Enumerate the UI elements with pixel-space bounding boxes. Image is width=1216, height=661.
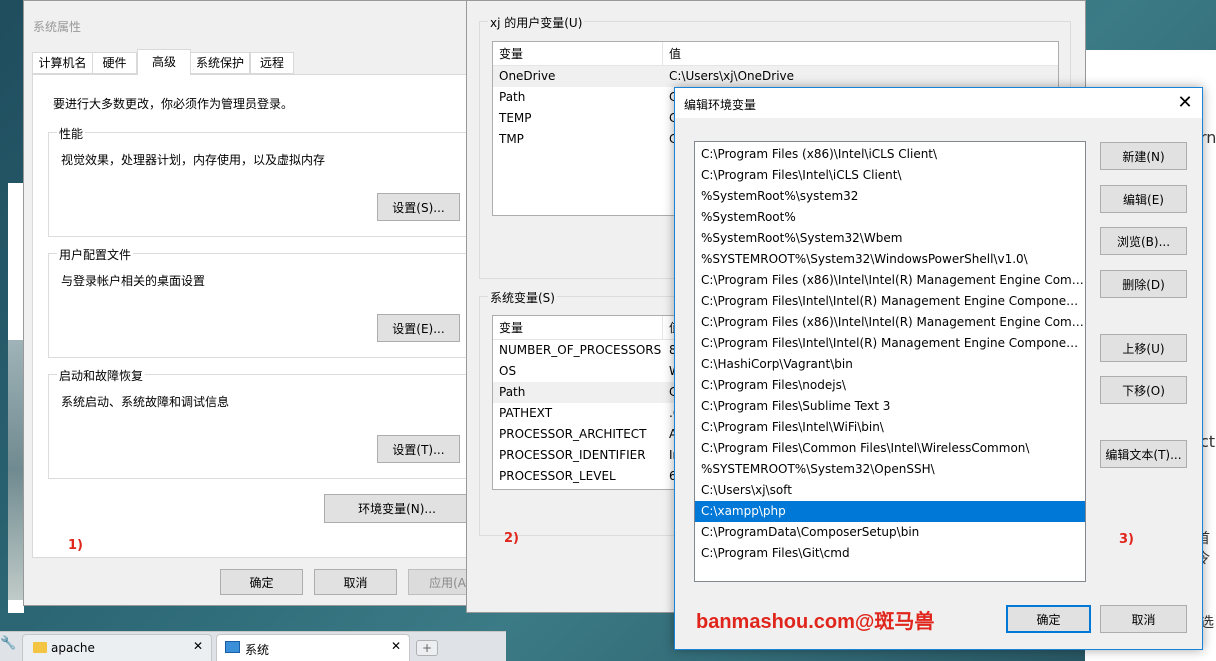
performance-desc: 视觉效果，处理器计划，内存使用，以及虚拟内存 bbox=[61, 153, 326, 167]
variable-name: PROCESSOR_IDENTIFIER bbox=[499, 448, 646, 462]
browser-tab-system[interactable]: 系统 ✕ bbox=[216, 634, 410, 661]
variable-name: OneDrive bbox=[499, 69, 556, 83]
step-marker-1: 1) bbox=[68, 538, 83, 553]
path-list: C:\Program Files (x86)\Intel\iCLS Client… bbox=[694, 141, 1086, 582]
variable-name: OS bbox=[499, 364, 517, 378]
startup-recovery-desc: 系统启动、系统故障和调试信息 bbox=[61, 395, 230, 409]
path-item[interactable]: C:\Program Files\Common Files\Intel\Wire… bbox=[695, 438, 1085, 459]
tab-close-icon[interactable]: ✕ bbox=[391, 639, 401, 653]
path-item[interactable]: C:\Program Files (x86)\Intel\iCLS Client… bbox=[695, 144, 1085, 165]
path-item[interactable]: C:\Program Files\Intel\iCLS Client\ bbox=[695, 165, 1085, 186]
col-variable[interactable]: 变量 bbox=[493, 316, 663, 339]
environment-variables-button[interactable]: 环境变量(N)... bbox=[324, 494, 470, 523]
variable-name: TMP bbox=[499, 132, 524, 146]
background-photo bbox=[8, 340, 24, 600]
tab-computer-name[interactable]: 计算机名 bbox=[32, 52, 93, 74]
col-variable[interactable]: 变量 bbox=[493, 42, 663, 65]
window-title: 系统属性 bbox=[33, 20, 82, 34]
move-down-button[interactable]: 下移(O) bbox=[1100, 376, 1187, 404]
watermark: banmashou.com@斑马兽 bbox=[696, 611, 935, 633]
edit-environment-variable-dialog: 编辑环境变量 ✕ C:\Program Files (x86)\Intel\iC… bbox=[674, 87, 1203, 650]
path-item[interactable]: C:\Program Files\Sublime Text 3 bbox=[695, 396, 1085, 417]
folder-icon bbox=[33, 642, 47, 653]
move-up-button[interactable]: 上移(U) bbox=[1100, 334, 1187, 362]
path-item[interactable]: %SystemRoot%\System32\Wbem bbox=[695, 228, 1085, 249]
performance-title: 性能 bbox=[57, 125, 86, 142]
variable-name: PROCESSOR_ARCHITECT bbox=[499, 427, 647, 441]
computer-icon bbox=[225, 641, 240, 653]
path-item[interactable]: C:\Program Files\Intel\Intel(R) Manageme… bbox=[695, 333, 1085, 354]
variable-name: PROCESSOR_LEVEL bbox=[499, 469, 616, 483]
cancel-button[interactable]: 取消 bbox=[314, 569, 397, 595]
path-item[interactable]: %SystemRoot%\system32 bbox=[695, 186, 1085, 207]
tab-system-protection[interactable]: 系统保护 bbox=[190, 52, 250, 74]
variable-name: TEMP bbox=[499, 111, 532, 125]
path-item[interactable]: C:\Program Files\nodejs\ bbox=[695, 375, 1085, 396]
user-profile-settings-button[interactable]: 设置(E)... bbox=[377, 314, 460, 342]
ok-button[interactable]: 确定 bbox=[220, 569, 303, 595]
edit-text-button[interactable]: 编辑文本(T)... bbox=[1100, 440, 1187, 468]
path-item[interactable]: C:\Program Files\Intel\Intel(R) Manageme… bbox=[695, 291, 1085, 312]
dialog-titlebar: 编辑环境变量 ✕ bbox=[675, 88, 1202, 118]
path-item[interactable]: %SYSTEMROOT%\System32\OpenSSH\ bbox=[695, 459, 1085, 480]
new-button[interactable]: 新建(N) bbox=[1100, 142, 1187, 170]
system-properties-window: 系统属性 计算机名 硬件 高级 系统保护 远程 要进行大多数更改，你必须作为管理… bbox=[23, 0, 478, 606]
tab-label-system: 系统 bbox=[245, 643, 270, 657]
startup-recovery-group: 启动和故障恢复 系统启动、系统故障和调试信息 设置(T)... bbox=[48, 367, 478, 479]
variable-name: NUMBER_OF_PROCESSORS bbox=[499, 343, 662, 357]
user-profile-desc: 与登录帐户相关的桌面设置 bbox=[61, 274, 206, 288]
tab-hardware[interactable]: 硬件 bbox=[92, 52, 137, 74]
startup-recovery-settings-button[interactable]: 设置(T)... bbox=[377, 435, 460, 463]
user-profile-title: 用户配置文件 bbox=[57, 246, 134, 263]
user-table-header: 变量 值 bbox=[493, 42, 1058, 66]
path-item[interactable]: C:\Program Files\Intel\WiFi\bin\ bbox=[695, 417, 1085, 438]
performance-group: 性能 视觉效果，处理器计划，内存使用，以及虚拟内存 设置(S)... bbox=[48, 125, 478, 237]
path-item[interactable]: C:\ProgramData\ComposerSetup\bin bbox=[695, 522, 1085, 543]
delete-button[interactable]: 删除(D) bbox=[1100, 270, 1187, 298]
path-item[interactable]: C:\Program Files (x86)\Intel\Intel(R) Ma… bbox=[695, 270, 1085, 291]
step-marker-3: 3) bbox=[1119, 532, 1134, 547]
path-item-selected[interactable]: C:\xampp\php bbox=[695, 501, 1085, 522]
wrench-icon: 🔧 bbox=[0, 636, 17, 651]
path-item[interactable]: C:\Program Files (x86)\Intel\Intel(R) Ma… bbox=[695, 312, 1085, 333]
col-value[interactable]: 值 bbox=[663, 42, 681, 65]
close-icon[interactable]: ✕ bbox=[1173, 91, 1197, 115]
startup-recovery-title: 启动和故障恢复 bbox=[57, 367, 146, 384]
dialog-title: 编辑环境变量 bbox=[684, 98, 757, 112]
browser-tab-apache[interactable]: apache ✕ bbox=[22, 634, 212, 661]
tab-close-icon[interactable]: ✕ bbox=[193, 639, 203, 653]
table-row[interactable]: OneDrive C:\Users\xj\OneDrive bbox=[493, 66, 1058, 87]
variable-name: Path bbox=[499, 90, 526, 104]
tab-content-advanced: 要进行大多数更改，你必须作为管理员登录。 性能 视觉效果，处理器计划，内存使用，… bbox=[32, 74, 478, 558]
path-item[interactable]: C:\Users\xj\soft bbox=[695, 480, 1085, 501]
system-variables-title: 系统变量(S) bbox=[488, 289, 557, 306]
variable-value: C:\Users\xj\OneDrive bbox=[669, 69, 795, 83]
admin-note: 要进行大多数更改，你必须作为管理员登录。 bbox=[53, 97, 294, 111]
new-tab-icon[interactable]: + bbox=[416, 640, 438, 656]
path-item[interactable]: %SYSTEMROOT%\System32\WindowsPowerShell\… bbox=[695, 249, 1085, 270]
apply-button[interactable]: 应用(A bbox=[408, 569, 469, 595]
path-item[interactable]: C:\HashiCorp\Vagrant\bin bbox=[695, 354, 1085, 375]
tab-remote[interactable]: 远程 bbox=[250, 52, 294, 74]
tab-label-apache: apache bbox=[51, 641, 95, 655]
user-profile-group: 用户配置文件 与登录帐户相关的桌面设置 设置(E)... bbox=[48, 246, 478, 358]
user-variables-title: xj 的用户变量(U) bbox=[488, 14, 585, 31]
dialog-ok-button[interactable]: 确定 bbox=[1006, 605, 1091, 633]
path-item[interactable]: C:\Program Files\Git\cmd bbox=[695, 543, 1085, 564]
tab-advanced[interactable]: 高级 bbox=[137, 49, 191, 75]
performance-settings-button[interactable]: 设置(S)... bbox=[377, 193, 460, 221]
browse-button[interactable]: 浏览(B)... bbox=[1100, 227, 1187, 255]
step-marker-2: 2) bbox=[504, 531, 519, 546]
variable-name: Path bbox=[499, 385, 526, 399]
dialog-cancel-button[interactable]: 取消 bbox=[1100, 605, 1187, 633]
variable-name: PATHEXT bbox=[499, 406, 553, 420]
edit-button[interactable]: 编辑(E) bbox=[1100, 185, 1187, 213]
path-item[interactable]: %SystemRoot% bbox=[695, 207, 1085, 228]
